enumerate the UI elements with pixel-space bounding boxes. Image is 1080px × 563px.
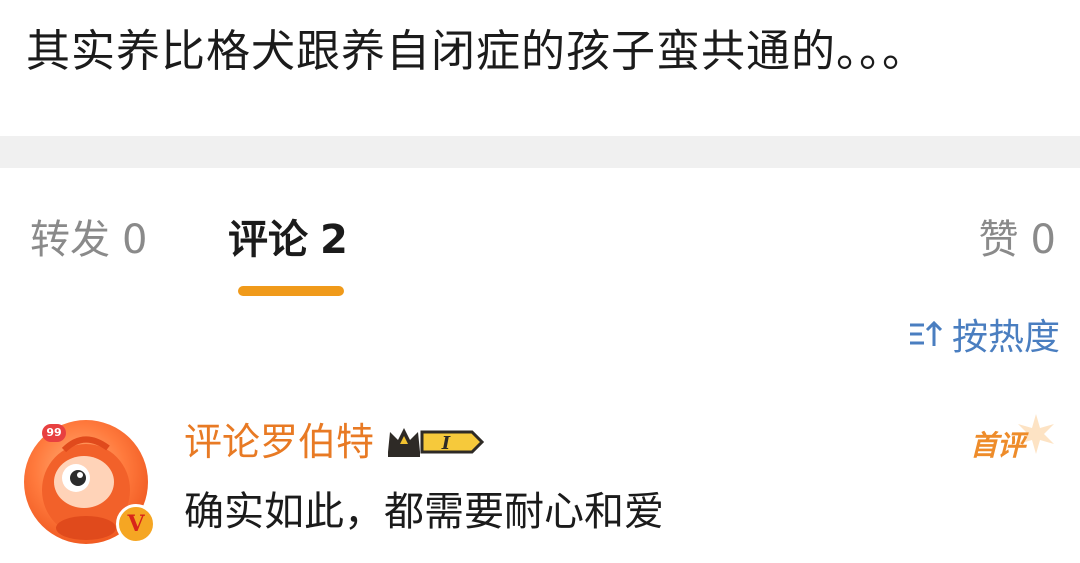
section-divider — [0, 136, 1080, 168]
tab-likes-label: 赞 — [978, 217, 1019, 263]
comment-text: 确实如此，都需要耐心和爱 — [184, 489, 664, 535]
avatar[interactable]: 99 V — [24, 420, 156, 544]
comment-username[interactable]: 评论罗伯特 — [184, 414, 374, 470]
tab-comments[interactable]: 评论 2 — [228, 212, 348, 268]
tab-repost[interactable]: 转发 0 — [30, 212, 147, 268]
active-tab-indicator — [238, 286, 344, 296]
verified-badge: V — [116, 504, 156, 544]
avatar-level-badge: 99 — [42, 424, 66, 442]
sort-icon — [909, 320, 942, 346]
vip-level: I — [441, 433, 451, 454]
tab-comments-count: 2 — [320, 217, 348, 263]
tab-repost-count: 0 — [122, 217, 148, 263]
tab-comments-label: 评论 — [228, 217, 308, 263]
first-comment-badge: 首评 — [970, 414, 1054, 470]
vip-badge[interactable]: I — [386, 422, 486, 462]
first-comment-label: 首评 — [970, 429, 1025, 462]
tab-likes-count: 0 — [1030, 217, 1056, 263]
post-text: 其实养比格犬跟养自闭症的孩子蛮共通的。。。 — [26, 26, 927, 77]
sort-label: 按热度 — [951, 317, 1060, 358]
sort-by-hot-button[interactable]: 按热度 — [908, 308, 1060, 360]
crown-icon: I — [388, 428, 485, 457]
tab-likes[interactable]: 赞0 — [979, 212, 1056, 268]
tab-repost-label: 转发 — [30, 217, 110, 263]
weibo-post-detail: 其实养比格犬跟养自闭症的孩子蛮共通的。。。 转发 0 评论 2 赞0 按热度 9… — [0, 0, 1080, 563]
comment-header: 评论罗伯特 I — [184, 414, 486, 470]
